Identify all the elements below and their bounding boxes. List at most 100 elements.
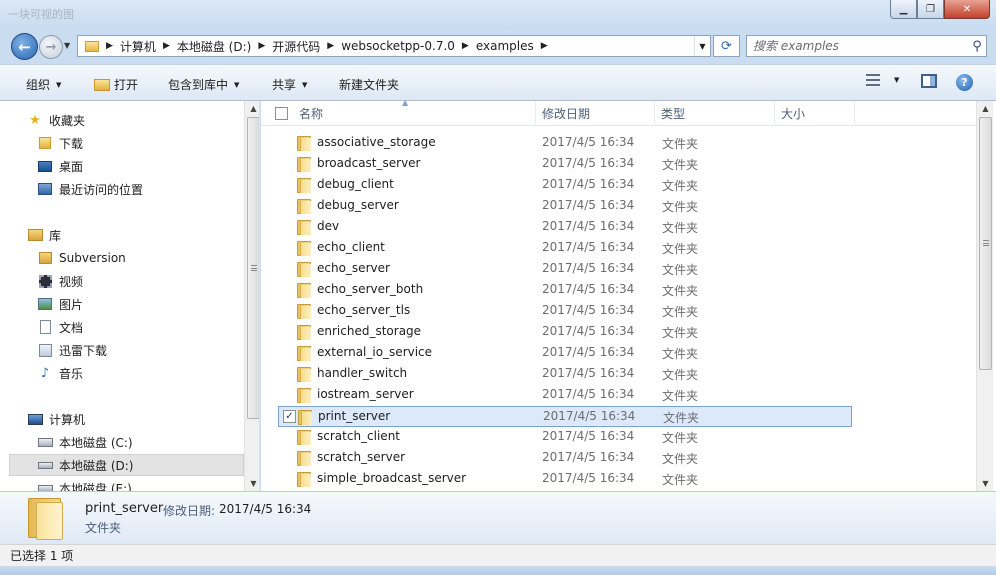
- forward-button[interactable]: →: [39, 35, 63, 59]
- nav-item-drive-d[interactable]: 本地磁盘 (D:): [9, 454, 244, 476]
- chevron-right-icon[interactable]: ▶: [462, 41, 469, 51]
- breadcrumb-item[interactable]: examples: [476, 39, 534, 53]
- column-type[interactable]: 类型: [655, 101, 775, 126]
- chevron-right-icon[interactable]: ▶: [106, 41, 113, 51]
- scroll-up-icon[interactable]: ▲: [977, 104, 994, 113]
- breadcrumb-item[interactable]: 计算机: [120, 38, 156, 55]
- nav-label: 文档: [59, 320, 84, 335]
- details-name: print_server: [85, 501, 164, 516]
- breadcrumb-item[interactable]: 本地磁盘 (D:): [177, 38, 251, 55]
- file-date: 2017/4/5 16:34: [542, 240, 635, 254]
- scroll-thumb[interactable]: [247, 117, 259, 419]
- close-button[interactable]: ✕: [944, 0, 990, 19]
- file-row[interactable]: simple_broadcast_server 2017/4/5 16:34 文件夹: [278, 469, 852, 490]
- address-history-dropdown[interactable]: ▼: [694, 36, 710, 56]
- preview-pane-button[interactable]: [921, 74, 937, 88]
- search-input[interactable]: [753, 37, 968, 55]
- maximize-button[interactable]: ❐: [917, 0, 944, 19]
- file-date: 2017/4/5 16:34: [542, 324, 635, 338]
- nav-item-desktop[interactable]: 桌面: [0, 155, 244, 177]
- help-icon: ?: [956, 74, 973, 91]
- file-row[interactable]: scratch_server 2017/4/5 16:34 文件夹: [278, 448, 852, 469]
- file-row[interactable]: scratch_client 2017/4/5 16:34 文件夹: [278, 427, 852, 448]
- file-date: 2017/4/5 16:34: [542, 198, 635, 212]
- file-type: 文件夹: [662, 200, 699, 214]
- back-button[interactable]: ←: [11, 33, 38, 60]
- share-button[interactable]: 共享 ▼: [272, 76, 307, 93]
- nav-item-drive-c[interactable]: 本地磁盘 (C:): [0, 431, 244, 453]
- folder-icon: [297, 199, 311, 214]
- search-icon[interactable]: ⚲: [968, 39, 986, 54]
- file-row[interactable]: echo_server 2017/4/5 16:34 文件夹: [278, 259, 852, 280]
- organize-button[interactable]: 组织 ▼: [26, 76, 61, 93]
- close-icon: ✕: [962, 3, 972, 15]
- help-button[interactable]: ?: [956, 74, 973, 91]
- file-row[interactable]: debug_client 2017/4/5 16:34 文件夹: [278, 175, 852, 196]
- nav-scrollbar[interactable]: ▲ ▼: [244, 101, 259, 491]
- include-in-library-button[interactable]: 包含到库中 ▼: [168, 76, 239, 93]
- file-date: 2017/4/5 16:34: [542, 135, 635, 149]
- nav-item-pictures[interactable]: 图片: [0, 293, 244, 315]
- organize-label: 组织: [26, 78, 51, 92]
- select-all-checkbox[interactable]: [275, 107, 288, 120]
- search-box: ⚲: [746, 35, 987, 57]
- column-size[interactable]: 大小: [775, 101, 855, 126]
- file-name: dev: [317, 219, 340, 233]
- file-row[interactable]: enriched_storage 2017/4/5 16:34 文件夹: [278, 322, 852, 343]
- nav-item-drive-e[interactable]: 本地磁盘 (E:): [0, 477, 244, 491]
- chevron-right-icon[interactable]: ▶: [541, 41, 548, 51]
- file-list-scrollbar[interactable]: ▲ ▼: [976, 101, 993, 491]
- nav-item-thunder-downloads[interactable]: 迅雷下载: [0, 339, 244, 361]
- file-row[interactable]: ✓ print_server 2017/4/5 16:34 文件夹: [278, 406, 852, 427]
- folder-icon: [298, 410, 312, 425]
- folder-icon: [297, 157, 311, 172]
- minimize-button[interactable]: ▁: [890, 0, 917, 19]
- navigation-row: ← → ▼ ▶ 计算机 ▶ 本地磁盘 (D:) ▶ 开源代码 ▶ websock…: [0, 30, 996, 64]
- row-checkbox[interactable]: ✓: [283, 410, 296, 423]
- file-row[interactable]: associative_storage 2017/4/5 16:34 文件夹: [278, 133, 852, 154]
- breadcrumb-item[interactable]: websocketpp-0.7.0: [341, 39, 455, 53]
- scroll-thumb[interactable]: [979, 117, 992, 370]
- file-row[interactable]: echo_server_tls 2017/4/5 16:34 文件夹: [278, 301, 852, 322]
- address-bar[interactable]: ▶ 计算机 ▶ 本地磁盘 (D:) ▶ 开源代码 ▶ websocketpp-0…: [77, 35, 711, 57]
- open-folder-icon: [94, 78, 110, 91]
- recent-pages-dropdown[interactable]: ▼: [64, 41, 70, 50]
- chevron-right-icon[interactable]: ▶: [258, 41, 265, 51]
- scroll-down-icon[interactable]: ▼: [977, 479, 994, 488]
- chevron-right-icon[interactable]: ▶: [163, 41, 170, 51]
- nav-computer[interactable]: 计算机: [0, 408, 244, 430]
- nav-libraries[interactable]: 库: [0, 224, 244, 246]
- file-row[interactable]: echo_server_both 2017/4/5 16:34 文件夹: [278, 280, 852, 301]
- chevron-right-icon[interactable]: ▶: [327, 41, 334, 51]
- grip-icon: [983, 240, 989, 246]
- file-name: debug_client: [317, 177, 394, 191]
- file-row[interactable]: broadcast_server 2017/4/5 16:34 文件夹: [278, 154, 852, 175]
- nav-item-videos[interactable]: 视频: [0, 270, 244, 292]
- file-row[interactable]: echo_client 2017/4/5 16:34 文件夹: [278, 238, 852, 259]
- nav-item-recent-places[interactable]: 最近访问的位置: [0, 178, 244, 200]
- file-row[interactable]: dev 2017/4/5 16:34 文件夹: [278, 217, 852, 238]
- nav-item-documents[interactable]: 文档: [0, 316, 244, 338]
- nav-item-subversion[interactable]: Subversion: [0, 247, 244, 269]
- breadcrumb-item[interactable]: 开源代码: [272, 38, 320, 55]
- column-name[interactable]: 名称: [293, 101, 536, 126]
- window-frame: [0, 566, 996, 575]
- file-row[interactable]: debug_server 2017/4/5 16:34 文件夹: [278, 196, 852, 217]
- file-row[interactable]: iostream_server 2017/4/5 16:34 文件夹: [278, 385, 852, 406]
- file-name: echo_server: [317, 261, 390, 275]
- include-in-library-label: 包含到库中: [168, 78, 229, 92]
- nav-item-downloads[interactable]: 下载: [0, 132, 244, 154]
- scroll-down-icon[interactable]: ▼: [245, 479, 259, 488]
- file-row[interactable]: handler_switch 2017/4/5 16:34 文件夹: [278, 364, 852, 385]
- nav-favorites[interactable]: ★ 收藏夹: [0, 109, 244, 131]
- nav-item-music[interactable]: ♪ 音乐: [0, 362, 244, 384]
- new-folder-button[interactable]: 新建文件夹: [339, 76, 399, 93]
- file-row[interactable]: external_io_service 2017/4/5 16:34 文件夹: [278, 343, 852, 364]
- scroll-up-icon[interactable]: ▲: [245, 104, 259, 113]
- refresh-button[interactable]: ⟳: [713, 35, 740, 57]
- open-button[interactable]: 打开: [94, 76, 138, 93]
- file-name: echo_server_both: [317, 282, 424, 296]
- column-date[interactable]: 修改日期: [536, 101, 655, 126]
- recent-places-icon: [37, 182, 53, 197]
- change-view-button[interactable]: ▼: [866, 74, 899, 86]
